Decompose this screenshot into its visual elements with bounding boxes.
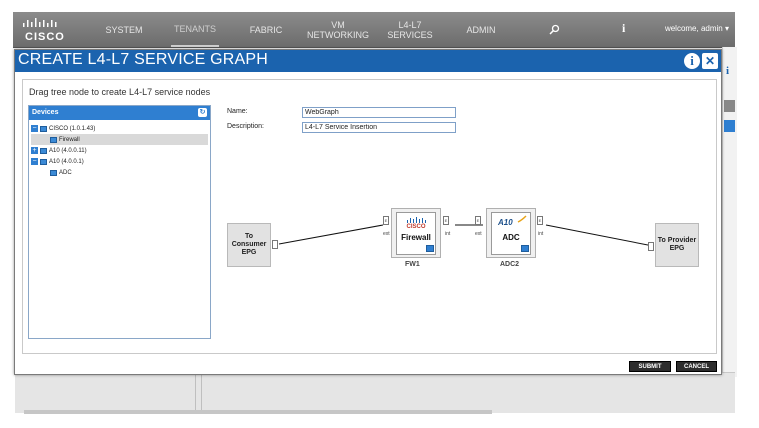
nav-tenants[interactable]: TENANTS: [171, 12, 219, 47]
dialog-title: CREATE L4-L7 SERVICE GRAPH: [18, 51, 269, 68]
create-service-graph-dialog: CREATE L4-L7 SERVICE GRAPH i ✕ Drag tree…: [14, 49, 722, 375]
adc-node-card: A10 ADC: [491, 212, 531, 255]
cisco-logo-icon: [23, 18, 57, 27]
fw-int-connector[interactable]: E: [443, 216, 449, 225]
close-button[interactable]: ✕: [702, 53, 718, 69]
adc-int-connector[interactable]: E: [537, 216, 543, 225]
adc-service-node[interactable]: A10 ADC: [486, 208, 536, 258]
edit-icon[interactable]: [426, 245, 434, 252]
provider-epg[interactable]: To Provider EPG: [655, 223, 699, 267]
top-nav: CISCO SYSTEM TENANTS FABRIC VM NETWORKIN…: [13, 12, 735, 48]
firewall-node-label: Firewall: [401, 233, 431, 242]
dialog-body: Drag tree node to create L4-L7 service n…: [22, 79, 717, 354]
graph-links: [278, 224, 654, 247]
cisco-logo-icon: [407, 217, 426, 223]
welcome-label: welcome, admin: [664, 24, 723, 33]
chevron-down-icon: ▾: [724, 24, 729, 33]
horizontal-scrollbar[interactable]: [24, 410, 492, 414]
side-info-icon[interactable]: i: [726, 65, 729, 77]
nav-vm-networking[interactable]: VM NETWORKING: [306, 12, 370, 47]
adc-ext-connector[interactable]: E: [475, 216, 481, 225]
background-panel: [15, 372, 735, 413]
firewall-node-card: CISCO Firewall: [396, 212, 436, 255]
nav-admin[interactable]: ADMIN: [458, 12, 504, 47]
cisco-logo-text: CISCO: [25, 31, 65, 43]
edit-icon[interactable]: [521, 245, 529, 252]
adc-int-label: int: [538, 231, 544, 237]
info-button[interactable]: i: [684, 53, 700, 69]
fw1-label: FW1: [405, 261, 420, 268]
a10-swoosh-icon: [517, 215, 527, 223]
nav-fabric[interactable]: FABRIC: [241, 12, 291, 47]
side-rail: i: [722, 47, 737, 377]
submit-button[interactable]: SUBMIT: [629, 361, 671, 372]
consumer-epg-connector[interactable]: [272, 240, 278, 249]
welcome-user-menu[interactable]: welcome, admin ▾: [665, 24, 729, 33]
a10-brand-text: A10: [498, 218, 513, 227]
dialog-header: CREATE L4-L7 SERVICE GRAPH i ✕: [15, 50, 721, 72]
firewall-service-node[interactable]: CISCO Firewall: [391, 208, 441, 258]
cisco-brand-text: CISCO: [406, 224, 426, 230]
fw-ext-label: ext: [383, 231, 390, 237]
search-icon[interactable]: [549, 24, 560, 35]
fw-ext-connector[interactable]: E: [383, 216, 389, 225]
side-tab[interactable]: [724, 120, 735, 132]
fw-int-label: int: [445, 231, 451, 237]
provider-epg-connector[interactable]: [648, 242, 654, 251]
adc-node-label: ADC: [502, 233, 520, 242]
nav-system[interactable]: SYSTEM: [98, 12, 150, 47]
info-icon[interactable]: i: [622, 21, 625, 36]
consumer-epg[interactable]: To Consumer EPG: [227, 223, 271, 267]
adc-ext-label: ext: [475, 231, 482, 237]
cancel-button[interactable]: CANCEL: [676, 361, 717, 372]
side-collapse-button[interactable]: [724, 100, 735, 112]
nav-l4-l7-services[interactable]: L4-L7 SERVICES: [375, 12, 445, 47]
adc2-label: ADC2: [500, 261, 520, 268]
